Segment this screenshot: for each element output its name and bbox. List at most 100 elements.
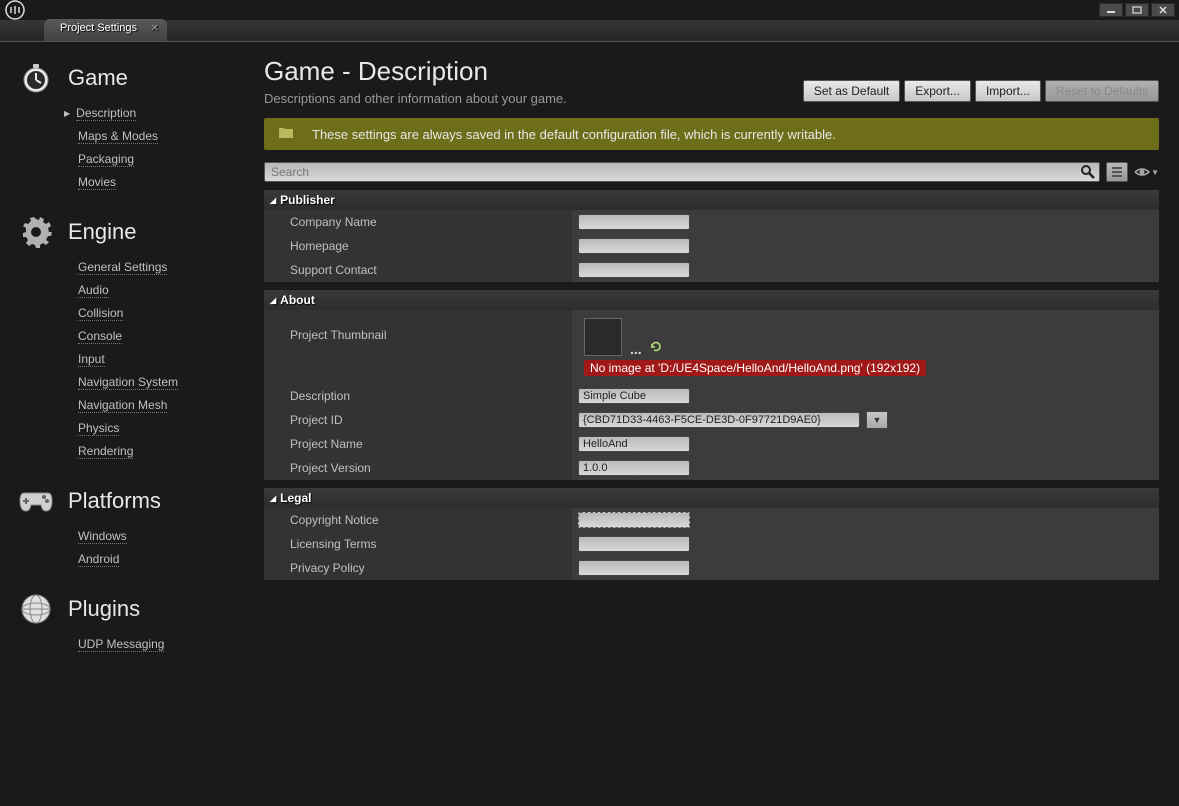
category-title: Engine: [68, 219, 137, 245]
minimize-button[interactable]: [1099, 3, 1123, 17]
list-view-icon[interactable]: [1106, 162, 1128, 182]
sidebar-item-maps-modes[interactable]: Maps & Modes: [78, 125, 250, 148]
gear-icon: [18, 214, 54, 250]
reset-to-defaults-button[interactable]: Reset to Defaults: [1045, 80, 1159, 102]
label-project-version: Project Version: [264, 456, 572, 480]
sidebar-item-packaging[interactable]: Packaging: [78, 148, 250, 171]
sidebar-item-physics[interactable]: Physics: [78, 417, 250, 440]
info-banner: These settings are always saved in the d…: [264, 118, 1159, 150]
sidebar-item-audio[interactable]: Audio: [78, 279, 250, 302]
search-input[interactable]: [265, 163, 1099, 181]
input-company-name[interactable]: [578, 214, 690, 230]
label-privacy-policy: Privacy Policy: [264, 556, 572, 580]
sidebar-item-label: Input: [78, 352, 105, 367]
thumbnail-preview[interactable]: [584, 318, 622, 356]
sidebar-item-navigation-mesh[interactable]: Navigation Mesh: [78, 394, 250, 417]
input-support-contact[interactable]: [578, 262, 690, 278]
titlebar: [0, 0, 1179, 20]
maximize-button[interactable]: [1125, 3, 1149, 17]
section-title: Publisher: [280, 193, 335, 207]
main-panel: Game - Description Descriptions and othe…: [250, 42, 1173, 806]
tab-bar: Project Settings ✕: [0, 20, 1179, 42]
input-homepage[interactable]: [578, 238, 690, 254]
tab-label: Project Settings: [60, 22, 137, 34]
sidebar-item-label: Collision: [78, 306, 123, 321]
label-homepage: Homepage: [264, 234, 572, 258]
stopwatch-icon: [18, 60, 54, 96]
sidebar-item-label: General Settings: [78, 260, 167, 275]
sidebar-item-label: Windows: [78, 529, 127, 544]
sidebar-item-label: Maps & Modes: [78, 129, 158, 144]
collapse-arrow-icon: ◢: [270, 296, 276, 305]
sidebar-item-console[interactable]: Console: [78, 325, 250, 348]
window-controls: [1099, 3, 1175, 17]
label-company-name: Company Name: [264, 210, 572, 234]
sidebar-item-android[interactable]: Android: [78, 548, 250, 571]
page-subtitle: Descriptions and other information about…: [264, 91, 567, 106]
input-project-id[interactable]: [578, 412, 860, 428]
reset-icon[interactable]: [650, 341, 662, 356]
section-title: About: [280, 293, 315, 307]
category-title: Plugins: [68, 596, 140, 622]
sidebar-item-udp-messaging[interactable]: UDP Messaging: [78, 633, 250, 656]
section-title: Legal: [280, 491, 311, 505]
sidebar-item-description[interactable]: Description: [78, 102, 250, 125]
sidebar-item-label: Rendering: [78, 444, 133, 459]
tab-close-icon[interactable]: ✕: [151, 23, 159, 34]
input-project-name[interactable]: [578, 436, 690, 452]
search-box[interactable]: [264, 162, 1100, 182]
search-icon[interactable]: [1080, 164, 1096, 183]
sidebar-item-label: Movies: [78, 175, 116, 190]
import-button[interactable]: Import...: [975, 80, 1041, 102]
settings-header: Game - Description Descriptions and othe…: [264, 56, 1159, 106]
sidebar-item-windows[interactable]: Windows: [78, 525, 250, 548]
label-support-contact: Support Contact: [264, 258, 572, 282]
sidebar-item-label: Physics: [78, 421, 119, 436]
input-description[interactable]: [578, 388, 690, 404]
app-logo-icon: [4, 1, 26, 19]
gamepad-icon: [18, 483, 54, 519]
sidebar-item-label: Console: [78, 329, 122, 344]
sidebar-item-rendering[interactable]: Rendering: [78, 440, 250, 463]
set-as-default-button[interactable]: Set as Default: [803, 80, 900, 102]
label-project-id: Project ID: [264, 408, 572, 432]
input-project-version[interactable]: [578, 460, 690, 476]
label-project-thumbnail: Project Thumbnail: [264, 310, 572, 384]
sidebar-item-movies[interactable]: Movies: [78, 171, 250, 194]
sidebar-item-label: Description: [76, 106, 136, 121]
section-header-publisher[interactable]: ◢Publisher: [264, 190, 1159, 210]
globe-icon: [18, 591, 54, 627]
sidebar-item-label: Navigation System: [78, 375, 178, 390]
thumbnail-error-text: No image at 'D:/UE4Space/HelloAnd/HelloA…: [584, 360, 926, 376]
sidebar-item-label: Audio: [78, 283, 109, 298]
tab-project-settings[interactable]: Project Settings ✕: [44, 19, 167, 41]
category-title: Game: [68, 65, 128, 91]
folder-icon: [278, 126, 294, 142]
input-privacy-policy[interactable]: [578, 560, 690, 576]
input-licensing-terms[interactable]: [578, 536, 690, 552]
page-title: Game - Description: [264, 56, 567, 87]
info-banner-text: These settings are always saved in the d…: [312, 127, 836, 142]
sidebar-item-label: UDP Messaging: [78, 637, 164, 652]
label-copyright-notice: Copyright Notice: [264, 508, 572, 532]
input-copyright-notice[interactable]: [578, 512, 690, 528]
category-title: Platforms: [68, 488, 161, 514]
export-button[interactable]: Export...: [904, 80, 971, 102]
sidebar-item-collision[interactable]: Collision: [78, 302, 250, 325]
label-project-name: Project Name: [264, 432, 572, 456]
browse-button[interactable]: ...: [630, 342, 642, 356]
sidebar-item-label: Packaging: [78, 152, 134, 167]
sidebar: Game Description Maps & Modes Packaging Movi…: [6, 42, 250, 806]
sidebar-item-navigation-system[interactable]: Navigation System: [78, 371, 250, 394]
sidebar-item-input[interactable]: Input: [78, 348, 250, 371]
dropdown-button[interactable]: ▼: [866, 411, 888, 429]
label-licensing-terms: Licensing Terms: [264, 532, 572, 556]
visibility-icon[interactable]: ▼: [1134, 166, 1159, 178]
sidebar-item-general-settings[interactable]: General Settings: [78, 256, 250, 279]
section-header-legal[interactable]: ◢ Legal: [264, 488, 1159, 508]
sidebar-item-label: Navigation Mesh: [78, 398, 167, 413]
label-description: Description: [264, 384, 572, 408]
collapse-arrow-icon: ◢: [270, 494, 276, 503]
section-header-about[interactable]: ◢ About: [264, 290, 1159, 310]
close-button[interactable]: [1151, 3, 1175, 17]
